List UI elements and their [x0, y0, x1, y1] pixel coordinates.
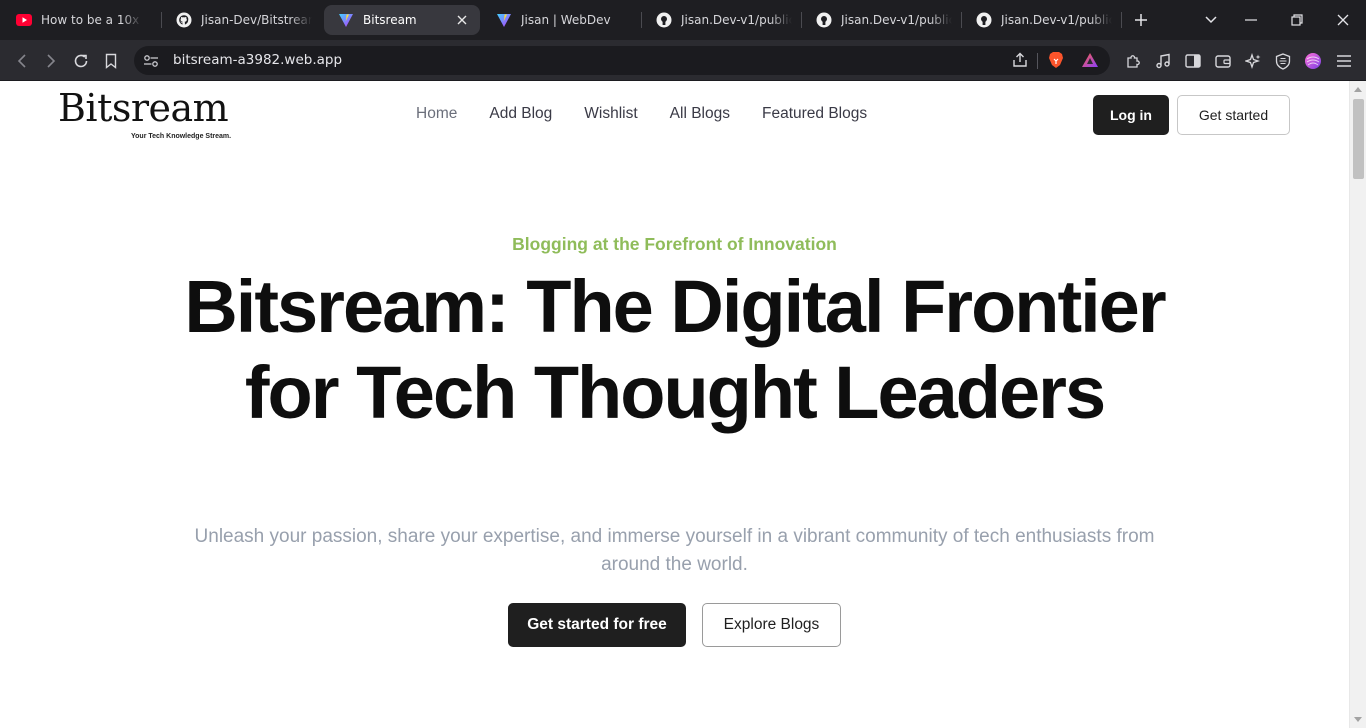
scrollbar-thumb[interactable]: [1353, 99, 1364, 179]
minimize-icon: [1245, 19, 1257, 21]
back-arrow-icon: [17, 54, 26, 68]
browser-tab[interactable]: How to be a 10x Lea: [2, 5, 152, 35]
chevron-down-icon: [1205, 16, 1217, 24]
browser-toolbar: bitsream-a3982.web.app: [0, 40, 1366, 81]
back-button[interactable]: [9, 48, 35, 74]
nav-link-all-blogs[interactable]: All Blogs: [670, 105, 730, 123]
leo-ai-button[interactable]: [1240, 48, 1266, 74]
logo-wordmark: Bitsream: [58, 86, 229, 130]
hero-eyebrow: Blogging at the Forefront of Innovation: [512, 234, 837, 254]
new-tab-button[interactable]: [1127, 6, 1155, 34]
forward-arrow-icon: [47, 54, 56, 68]
minimize-button[interactable]: [1237, 6, 1265, 34]
profile-avatar-icon: [1305, 53, 1321, 69]
main-nav: Home Add Blog Wishlist All Blogs Feature…: [416, 105, 867, 123]
brave-rewards-icon[interactable]: [1077, 47, 1103, 73]
restore-icon: [1291, 14, 1303, 26]
profile-button[interactable]: [1300, 48, 1326, 74]
youtube-icon: [16, 12, 32, 28]
github-icon: [976, 12, 992, 28]
tab-title: Bitsream: [363, 13, 417, 27]
share-icon[interactable]: [1007, 47, 1033, 73]
close-window-button[interactable]: [1329, 6, 1357, 34]
tab-title: Jisan.Dev-v1/public/E: [1001, 13, 1112, 27]
wallet-icon: [1215, 55, 1231, 68]
hero-subtitle: Unleash your passion, share your experti…: [194, 526, 1155, 575]
close-icon: [1337, 14, 1349, 26]
puzzle-icon: [1126, 54, 1140, 68]
github-icon: [176, 12, 192, 28]
hero-headline: Bitsream: The Digital Frontier for Tech …: [184, 265, 1166, 434]
url-text[interactable]: bitsream-a3982.web.app: [173, 52, 342, 68]
tab-title: Jisan.Dev-v1/public/E: [841, 13, 952, 27]
close-tab-icon[interactable]: [454, 12, 470, 28]
browser-tab[interactable]: Jisan.Dev-v1/public/E: [962, 5, 1122, 35]
logo-tagline: Your Tech Knowledge Stream.: [131, 133, 232, 140]
restore-button[interactable]: [1283, 6, 1311, 34]
wallet-button[interactable]: [1210, 48, 1236, 74]
github-icon: [816, 12, 832, 28]
nav-link-wishlist[interactable]: Wishlist: [584, 105, 637, 123]
nav-link-featured-blogs[interactable]: Featured Blogs: [762, 105, 867, 123]
get-started-button[interactable]: Get started: [1177, 95, 1290, 135]
nav-link-home[interactable]: Home: [416, 105, 457, 123]
tab-title: Jisan | WebDev: [521, 13, 611, 27]
brave-shields-icon[interactable]: [1043, 47, 1069, 73]
bookmark-icon: [105, 53, 117, 69]
browser-tab-bar: How to be a 10x Lea Jisan-Dev/Bitstream-…: [0, 0, 1366, 40]
page-viewport: Bitsream Your Tech Knowledge Stream. Hom…: [0, 81, 1349, 728]
sparkle-icon: [1244, 52, 1260, 69]
music-note-icon: [1156, 53, 1170, 69]
address-bar[interactable]: bitsream-a3982.web.app: [134, 46, 1110, 75]
plus-icon: [1135, 14, 1147, 26]
shield-icon: [1275, 52, 1291, 70]
extensions-button[interactable]: [1120, 48, 1146, 74]
vpn-button[interactable]: [1270, 48, 1296, 74]
browser-tab[interactable]: Jisan | WebDev: [482, 5, 642, 35]
github-icon: [656, 12, 672, 28]
browser-tab[interactable]: Jisan-Dev/Bitstream-: [162, 5, 322, 35]
get-started-free-button[interactable]: Get started for free: [508, 603, 686, 647]
reload-button[interactable]: [68, 48, 94, 74]
scroll-down-arrow-icon[interactable]: [1354, 717, 1362, 722]
bookmark-button[interactable]: [98, 48, 124, 74]
page-scrollbar[interactable]: [1349, 81, 1366, 728]
tab-title: How to be a 10x Lea: [41, 13, 142, 27]
reload-icon: [74, 54, 88, 68]
sidebar-icon: [1185, 54, 1201, 68]
menu-button[interactable]: [1331, 48, 1357, 74]
site-settings-icon[interactable]: [142, 52, 160, 70]
tab-title: Jisan-Dev/Bitstream-: [201, 13, 312, 27]
tab-title: Jisan.Dev-v1/public a: [681, 13, 792, 27]
forward-button[interactable]: [38, 48, 64, 74]
vite-icon: [496, 12, 512, 28]
explore-blogs-button[interactable]: Explore Blogs: [702, 603, 841, 647]
site-logo[interactable]: Bitsream Your Tech Knowledge Stream.: [58, 86, 231, 140]
hamburger-menu-icon: [1337, 55, 1351, 67]
sidebar-button[interactable]: [1180, 48, 1206, 74]
vite-icon: [338, 12, 354, 28]
scroll-up-arrow-icon[interactable]: [1354, 87, 1362, 92]
browser-tab[interactable]: Jisan.Dev-v1/public/E: [802, 5, 962, 35]
browser-tab-active[interactable]: Bitsream: [324, 5, 480, 35]
login-button[interactable]: Log in: [1093, 95, 1169, 135]
nav-link-add-blog[interactable]: Add Blog: [489, 105, 552, 123]
media-button[interactable]: [1150, 48, 1176, 74]
browser-tab[interactable]: Jisan.Dev-v1/public a: [642, 5, 802, 35]
tab-search-button[interactable]: [1197, 6, 1225, 34]
